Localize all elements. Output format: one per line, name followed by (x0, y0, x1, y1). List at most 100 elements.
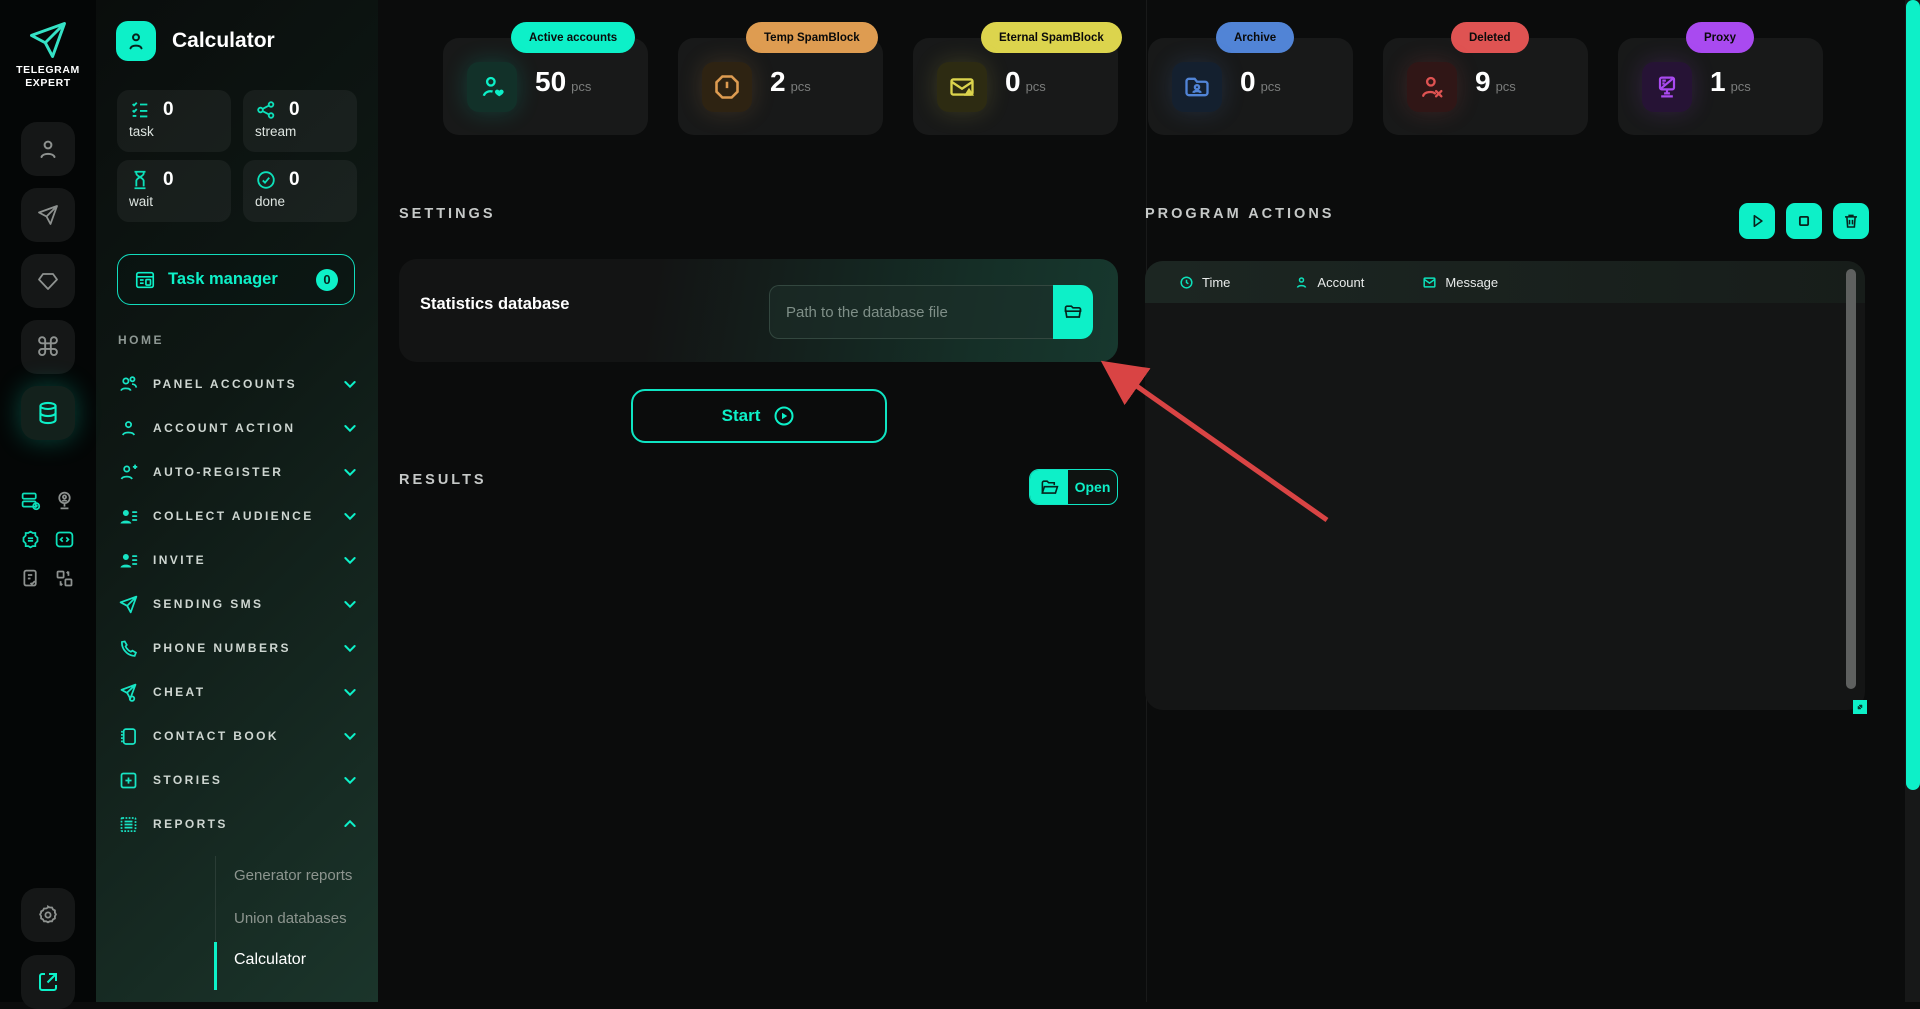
rail-open-external-button[interactable] (21, 955, 75, 1009)
panel-resize-handle[interactable] (1853, 700, 1867, 714)
share-icon (255, 99, 277, 121)
browse-folder-button[interactable] (1053, 285, 1093, 339)
status-card-temp-spamblock: Temp SpamBlock 2pcs (678, 38, 883, 135)
status-badge: Deleted (1451, 22, 1529, 53)
submenu-item-generator-reports[interactable]: Generator reports (234, 867, 352, 889)
app-logo-plane-icon (26, 18, 70, 62)
code-window-icon[interactable] (53, 528, 75, 550)
rail-accounts-button[interactable] (21, 122, 75, 176)
user-heart-icon (467, 62, 517, 112)
command-icon: ⌘ (35, 334, 61, 360)
chevron-down-icon (342, 464, 358, 480)
results-heading: RESULTS (399, 472, 487, 488)
proxy-server-icon (1642, 62, 1692, 112)
chevron-down-icon (342, 684, 358, 700)
sidebar-item-collect-audience[interactable]: COLLECT AUDIENCE (96, 499, 378, 533)
left-rail: TELEGRAMEXPERT ⌘ (0, 0, 96, 1002)
chevron-down-icon (342, 376, 358, 392)
status-badge: Temp SpamBlock (746, 22, 878, 53)
stat-wait: 0 wait (117, 160, 231, 222)
sidebar-item-cheat[interactable]: CHEAT (96, 675, 378, 709)
submenu-item-calculator[interactable]: Calculator (234, 951, 306, 973)
status-badge: Archive (1216, 22, 1294, 53)
user-icon (36, 137, 60, 161)
program-actions-panel: Time Account Message (1145, 261, 1865, 710)
status-card-deleted: Deleted 9pcs (1383, 38, 1588, 135)
sidebar-item-stories[interactable]: STORIES (96, 763, 378, 797)
open-results-button[interactable]: Open (1029, 469, 1118, 505)
chevron-down-icon (342, 420, 358, 436)
user-list-icon (118, 550, 139, 571)
user-icon (118, 418, 139, 439)
column-account[interactable]: Account (1294, 275, 1364, 290)
page-scrollbar-track[interactable] (1905, 0, 1920, 1002)
sidebar-item-auto-register[interactable]: AUTO-REGISTER (96, 455, 378, 489)
rail-database-button[interactable] (21, 386, 75, 440)
mail-warning-icon (937, 62, 987, 112)
database-path-input[interactable] (769, 285, 1053, 339)
database-icon (35, 400, 61, 426)
task-manager-icon (134, 269, 156, 291)
server-check-icon[interactable] (19, 489, 41, 511)
rail-command-button[interactable]: ⌘ (21, 320, 75, 374)
settings-card: Statistics database (399, 259, 1118, 362)
settings-heading: SETTINGS (399, 206, 496, 222)
person-webcam-icon[interactable] (53, 489, 75, 511)
sidebar-item-invite[interactable]: INVITE (96, 543, 378, 577)
stat-stream: 0 stream (243, 90, 357, 152)
user-list-icon (118, 506, 139, 527)
people-icon (118, 374, 139, 395)
rail-sending-button[interactable] (21, 188, 75, 242)
chevron-down-icon (342, 596, 358, 612)
notebook-icon (118, 726, 139, 747)
database-path-group (769, 285, 1093, 339)
statistics-database-label: Statistics database (420, 295, 569, 314)
chevron-down-icon (342, 772, 358, 788)
brand-name: TELEGRAMEXPERT (0, 64, 96, 90)
sidebar-item-reports[interactable]: REPORTS (96, 807, 378, 841)
column-message[interactable]: Message (1422, 275, 1498, 290)
sidebar-item-home[interactable]: HOME (118, 333, 164, 347)
sidebar: Calculator 0 task 0 stream 0 wait 0 done… (96, 0, 378, 1002)
sidebar-item-phone-numbers[interactable]: PHONE NUMBERS (96, 631, 378, 665)
status-badge: Eternal SpamBlock (981, 22, 1122, 53)
actions-table-header: Time Account Message (1145, 261, 1865, 303)
page-header: Calculator (116, 21, 275, 61)
column-time[interactable]: Time (1179, 275, 1230, 290)
submenu-item-union-databases[interactable]: Union databases (234, 910, 347, 932)
page-scrollbar-thumb[interactable] (1906, 0, 1920, 790)
play-circle-icon (772, 404, 796, 428)
start-button[interactable]: Start (631, 389, 887, 443)
chevron-down-icon (342, 640, 358, 656)
open-folder-icon (1030, 470, 1068, 504)
swap-icon[interactable] (53, 567, 75, 589)
rail-settings-button[interactable] (21, 888, 75, 942)
bot-gear-icon[interactable] (19, 528, 41, 550)
document-check-icon[interactable] (19, 567, 41, 589)
status-badge: Active accounts (511, 22, 635, 53)
task-manager-button[interactable]: Task manager 0 (117, 254, 355, 305)
chevron-down-icon (342, 552, 358, 568)
clear-button[interactable] (1833, 203, 1869, 239)
active-submenu-indicator (214, 942, 217, 990)
rail-premium-button[interactable] (21, 254, 75, 308)
sidebar-item-contact-book[interactable]: CONTACT BOOK (96, 719, 378, 753)
send-plane-icon (36, 203, 60, 227)
send-plane-icon (118, 594, 139, 615)
mail-icon (1422, 275, 1437, 290)
stop-button[interactable] (1786, 203, 1822, 239)
program-actions-toolbar (1739, 203, 1869, 239)
status-card-eternal-spamblock: Eternal SpamBlock 0pcs (913, 38, 1118, 135)
sidebar-item-account-action[interactable]: ACCOUNT ACTION (96, 411, 378, 445)
chevron-up-icon (342, 816, 358, 832)
run-button[interactable] (1739, 203, 1775, 239)
status-badge: Proxy (1686, 22, 1754, 53)
panel-scrollbar-thumb[interactable] (1846, 269, 1856, 689)
send-circle-icon (118, 682, 139, 703)
user-icon (1294, 275, 1309, 290)
phone-icon (118, 638, 139, 659)
settings-gear-icon (36, 903, 60, 927)
sidebar-item-sending-sms[interactable]: SENDING SMS (96, 587, 378, 621)
check-circle-icon (255, 169, 277, 191)
sidebar-item-panel-accounts[interactable]: PANEL ACCOUNTS (96, 367, 378, 401)
